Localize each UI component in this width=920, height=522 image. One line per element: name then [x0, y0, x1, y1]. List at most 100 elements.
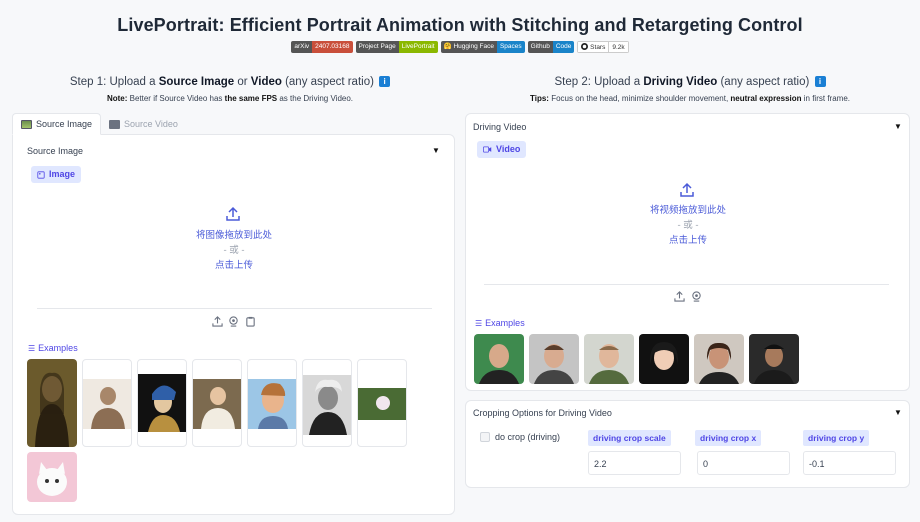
webcam-icon[interactable]	[691, 291, 702, 302]
tips-label: Tips:	[530, 94, 549, 103]
step2-suffix: (any aspect ratio)	[717, 76, 813, 88]
or-text: - 或 -	[223, 245, 245, 256]
crop-scale-input[interactable]: 2.2	[588, 451, 681, 475]
portrait-thumbnail	[358, 388, 406, 420]
list-icon: ☰	[475, 318, 483, 328]
click-upload-text: 点击上传	[668, 235, 707, 246]
tab-source-image[interactable]: Source Image	[12, 113, 102, 135]
source-examples-label: ☰ Examples	[28, 343, 78, 353]
note-text: as the Driving Video.	[277, 94, 354, 103]
chip-label: Video	[496, 144, 521, 154]
examples-text: Examples	[38, 343, 78, 353]
upload-icon[interactable]	[225, 206, 241, 222]
upload-icon[interactable]	[674, 291, 685, 302]
badge-left: Project Page	[355, 41, 399, 53]
face-thumbnail	[474, 334, 524, 384]
cropping-title: Cropping Options for Driving Video	[473, 408, 612, 418]
portrait-thumbnail	[248, 379, 296, 429]
or-text: - 或 -	[677, 220, 699, 231]
example-terracotta[interactable]	[82, 359, 132, 447]
tips-text: in first frame.	[801, 94, 850, 103]
github-badge[interactable]: Github Code	[527, 41, 575, 53]
example-pearl-earring[interactable]	[137, 359, 187, 447]
click-upload-text: 点击上传	[214, 260, 253, 271]
example-einstein[interactable]	[302, 359, 352, 447]
face-thumbnail	[694, 334, 744, 384]
do-crop-checkbox[interactable]	[480, 432, 490, 442]
tab-source-video[interactable]: Source Video	[101, 113, 186, 135]
examples-text: Examples	[485, 318, 525, 328]
driving-video-label: Driving Video	[473, 122, 527, 132]
step1-heading: Step 1: Upload a Source Image or Video (…	[0, 76, 460, 88]
info-icon[interactable]: i	[379, 76, 391, 87]
face-thumbnail	[584, 334, 634, 384]
project-page-badge[interactable]: Project Page LivePortrait	[355, 41, 438, 53]
step1-video: Video	[250, 76, 282, 88]
note-label: Note:	[106, 94, 128, 103]
badge-row: arXiv 2407.03168 Project Page LivePortra…	[0, 41, 920, 53]
github-icon	[581, 43, 589, 50]
step1-prefix: Step 1: Upload a	[69, 76, 159, 88]
upload-icon[interactable]	[679, 182, 695, 198]
film-icon	[109, 119, 121, 129]
image-chip: Image	[31, 166, 82, 183]
driving-example-2[interactable]	[529, 334, 579, 384]
crop-y-label: driving crop y	[803, 430, 870, 446]
stars-count: 9.2k	[609, 41, 629, 53]
face-thumbnail	[529, 334, 579, 384]
driving-example-5[interactable]	[694, 334, 744, 384]
webcam-icon[interactable]	[228, 316, 239, 327]
driving-example-4[interactable]	[639, 334, 689, 384]
image-dropzone[interactable]: 将图像拖放到此处 - 或 - 点击上传	[134, 228, 334, 273]
collapse-caret[interactable]: ▼	[894, 408, 902, 417]
badge-left: Github	[527, 41, 553, 53]
driving-example-3[interactable]	[584, 334, 634, 384]
source-tabs: Source Image Source Video	[12, 113, 186, 135]
example-mona-lisa[interactable]	[27, 359, 77, 447]
example-cartoon-cat[interactable]	[27, 452, 77, 502]
hugging-face-badge[interactable]: 🤗 Hugging Face Spaces	[440, 41, 525, 53]
image-icon	[21, 119, 32, 129]
driving-example-6[interactable]	[749, 334, 799, 384]
note-text: Better if Source Video has	[127, 94, 225, 103]
driving-example-1[interactable]	[474, 334, 524, 384]
portrait-thumbnail	[193, 379, 241, 429]
divider	[484, 284, 889, 285]
badge-right: 2407.03168	[312, 41, 353, 53]
arxiv-badge[interactable]: arXiv 2407.03168	[291, 41, 353, 53]
step1-suffix: (any aspect ratio)	[281, 76, 378, 88]
step2-tips: Tips: Focus on the head, minimize should…	[460, 94, 920, 103]
badge-left: arXiv	[291, 41, 313, 53]
step2-driving-video: Driving Video	[643, 76, 718, 88]
source-image-label: Source Image	[27, 146, 84, 156]
badge-right: LivePortrait	[398, 41, 438, 53]
collapse-caret[interactable]: ▼	[432, 146, 440, 155]
video-icon	[483, 146, 492, 153]
face-thumbnail	[639, 334, 689, 384]
tips-bold: neutral expression	[730, 94, 802, 103]
crop-scale-label: driving crop scale	[588, 430, 671, 446]
drop-text: 将视频拖放到此处	[649, 205, 726, 216]
badge-right: Code	[552, 41, 575, 53]
tab-label: Source Image	[36, 119, 93, 129]
upload-icon[interactable]	[212, 316, 223, 327]
info-icon[interactable]: i	[814, 76, 826, 87]
example-child-painting[interactable]	[192, 359, 242, 447]
divider	[37, 308, 432, 309]
example-flower[interactable]	[357, 359, 407, 447]
portrait-thumbnail	[27, 452, 77, 502]
driving-examples-label: ☰ Examples	[475, 318, 525, 328]
clipboard-icon[interactable]	[245, 316, 256, 327]
portrait-thumbnail	[138, 374, 186, 432]
collapse-caret[interactable]: ▼	[894, 122, 902, 131]
chip-label: Image	[49, 169, 76, 179]
step1-note: Note: Better if Source Video has the sam…	[0, 94, 460, 103]
video-dropzone[interactable]: 将视频拖放到此处 - 或 - 点击上传	[588, 203, 788, 248]
example-cartoon-boy[interactable]	[247, 359, 297, 447]
github-stars-badge[interactable]: Stars 9.2k	[577, 41, 629, 53]
crop-x-input[interactable]: 0	[697, 451, 790, 475]
step2-prefix: Step 2: Upload a	[554, 76, 644, 88]
crop-y-input[interactable]: -0.1	[803, 451, 896, 475]
portrait-thumbnail	[27, 359, 77, 447]
video-chip: Video	[477, 141, 527, 158]
